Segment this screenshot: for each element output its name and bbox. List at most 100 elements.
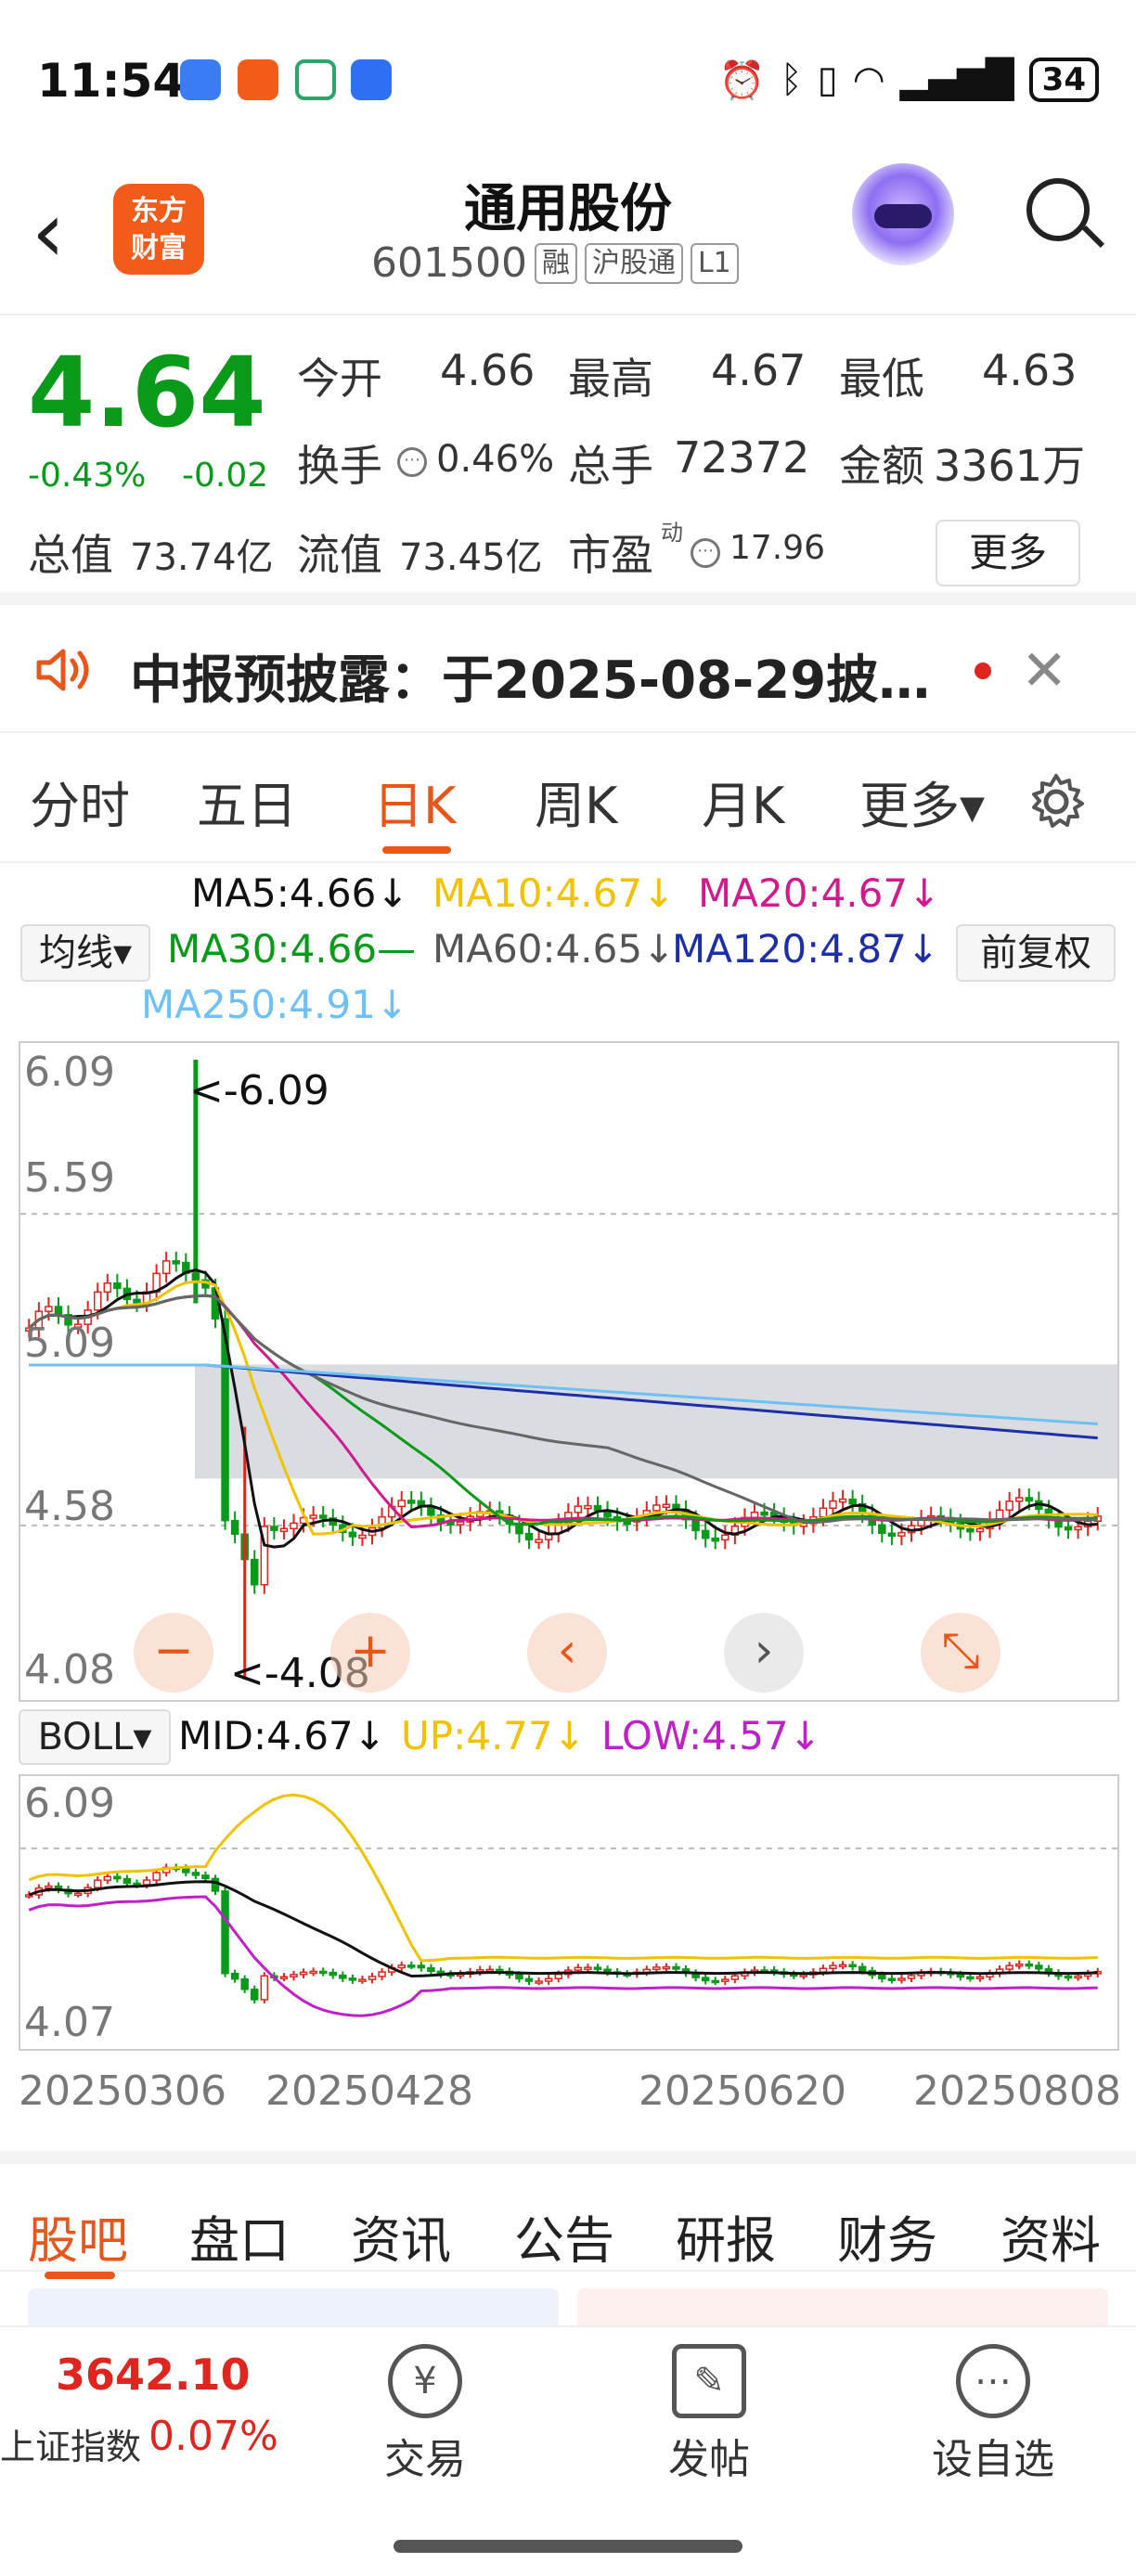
boll-candle-body — [858, 1965, 867, 1972]
candle-body — [887, 1532, 897, 1537]
tab-more[interactable]: 更多▾ — [859, 765, 985, 838]
boll-candle-body — [45, 1885, 53, 1889]
boll-selector[interactable]: BOLL▾ — [19, 1709, 171, 1765]
fullscreen-icon[interactable]: ⤡ — [921, 1613, 1000, 1693]
candle-body — [662, 1503, 671, 1508]
tab-monthly-k[interactable]: 月K — [702, 765, 784, 838]
more-quote-button[interactable]: 更多 — [936, 520, 1080, 586]
boll-candle-body — [113, 1875, 122, 1880]
change-amount: -0.02 — [182, 457, 269, 495]
candle-body — [829, 1500, 837, 1509]
boll-candle-body — [819, 1967, 828, 1973]
boll-candle-body — [593, 1966, 602, 1970]
candle-body — [897, 1531, 906, 1537]
candle-body — [721, 1534, 729, 1541]
candle-body — [838, 1498, 847, 1503]
gear-icon[interactable] — [1026, 772, 1086, 831]
tab-announcements[interactable]: 公告 — [514, 2199, 614, 2273]
announcement-bar[interactable]: 中报预披露：于2025-08-29披… ✕ — [0, 605, 1136, 733]
high-label: 最高 — [568, 354, 653, 404]
amount-value: 3361万 — [934, 441, 1086, 491]
trade-button[interactable]: ¥ 交易 — [332, 2344, 518, 2485]
candle-body — [45, 1306, 53, 1312]
tab-weekly-k[interactable]: 周K — [535, 765, 617, 838]
index-name[interactable]: 上证指数 — [0, 2418, 141, 2469]
index-value[interactable]: 3642.10 — [56, 2350, 251, 2400]
boll-candle-body — [417, 1964, 426, 1969]
tab-daily-k[interactable]: 日K — [373, 765, 456, 838]
boll-candle-body — [652, 1966, 661, 1971]
announcement-text: 中报预披露：于2025-08-29披… — [130, 650, 931, 711]
assistant-avatar[interactable] — [852, 163, 954, 265]
margin-tag: 融 — [534, 242, 577, 284]
boll-mid: MID:4.67↓ — [178, 1713, 386, 1758]
tab-5day[interactable]: 五日 — [197, 765, 297, 838]
zoom-out-button[interactable]: − — [134, 1613, 213, 1693]
boll-candle-body — [221, 1890, 229, 1975]
candle-body — [1064, 1526, 1073, 1531]
boll-chart[interactable]: 6.09 4.07 — [19, 1774, 1119, 2051]
boll-candle-body — [348, 1977, 357, 1981]
boll-candle-body — [1025, 1963, 1034, 1967]
search-icon[interactable] — [1026, 178, 1090, 241]
kline-chart[interactable]: 6.09 5.59 5.09 4.58 4.08 <-6.09 <-4.08 −… — [19, 1041, 1119, 1702]
pe-info-icon[interactable]: ⋯ — [691, 538, 720, 568]
candle-body — [878, 1524, 886, 1534]
boll-candle-body — [701, 1977, 710, 1982]
scroll-right-button[interactable]: › — [724, 1613, 804, 1693]
close-icon[interactable]: ✕ — [1021, 638, 1067, 703]
boll-candle-body — [975, 1976, 985, 1980]
boll-candle-body — [524, 1977, 534, 1982]
candle-body — [584, 1504, 592, 1510]
bank-notification-icon — [295, 59, 336, 100]
tab-news[interactable]: 资讯 — [351, 2199, 451, 2273]
candle-body — [279, 1527, 289, 1533]
y-label-top: 6.09 — [24, 1049, 115, 1096]
pe-label: 市盈 — [568, 530, 653, 580]
tab-intraday[interactable]: 分时 — [30, 765, 130, 838]
ma250-legend: MA250:4.91↓ — [141, 982, 408, 1027]
boll-candle-body — [407, 1964, 416, 1968]
mktcap-label: 总值 — [28, 530, 113, 580]
kline-plot — [20, 1060, 1117, 1680]
stock-name: 通用股份 — [464, 179, 672, 239]
date-tick-1: 20250306 — [19, 2067, 226, 2115]
tab-research[interactable]: 研报 — [676, 2199, 776, 2273]
index-change[interactable]: 0.07% — [148, 2413, 278, 2460]
max-price-marker: <-6.09 — [189, 1067, 329, 1114]
candle-body — [309, 1514, 317, 1519]
boll-candle-body — [378, 1971, 386, 1977]
home-indicator[interactable] — [394, 2540, 742, 2553]
info-icon[interactable]: ⋯ — [397, 447, 427, 477]
unread-dot — [975, 663, 991, 679]
add-watchlist-button[interactable]: ⋯ 设自选 — [900, 2344, 1086, 2485]
boll-candle-body — [956, 1974, 965, 1978]
zoom-in-button[interactable]: + — [330, 1613, 410, 1693]
forum-card-right[interactable] — [577, 2288, 1108, 2325]
boll-candle-body — [1035, 1964, 1043, 1970]
boll-candle-body — [309, 1970, 317, 1975]
tab-financials[interactable]: 财务 — [837, 2199, 937, 2273]
ma30-legend: MA30:4.66— — [167, 926, 417, 972]
scroll-left-button[interactable]: ‹ — [527, 1613, 607, 1693]
adjust-selector[interactable]: 前复权 — [956, 924, 1116, 982]
candle-body — [407, 1500, 416, 1504]
tab-orderbook[interactable]: 盘口 — [189, 2199, 290, 2273]
last-price: 4.64 — [28, 336, 266, 449]
y-label-4: 4.58 — [24, 1483, 115, 1530]
boll-low: LOW:4.57↓ — [601, 1713, 821, 1758]
stock-code: 601500 — [371, 239, 527, 287]
tab-forum[interactable]: 股吧 — [28, 2199, 128, 2273]
boll-candle-body — [966, 1976, 975, 1980]
candle-body — [750, 1511, 759, 1519]
volume-value: 72372 — [674, 432, 810, 483]
boll-up: UP:4.77↓ — [401, 1713, 586, 1758]
post-button[interactable]: ✎ 发帖 — [616, 2344, 802, 2485]
candle-body — [113, 1282, 122, 1290]
amount-label: 金额 — [839, 441, 924, 491]
forum-card-left[interactable] — [28, 2288, 559, 2325]
indicator-selector[interactable]: 均线▾ — [20, 924, 150, 982]
date-tick-4: 20250808 — [913, 2067, 1121, 2115]
tab-profile[interactable]: 资料 — [1000, 2199, 1101, 2273]
candle-body — [691, 1518, 700, 1532]
